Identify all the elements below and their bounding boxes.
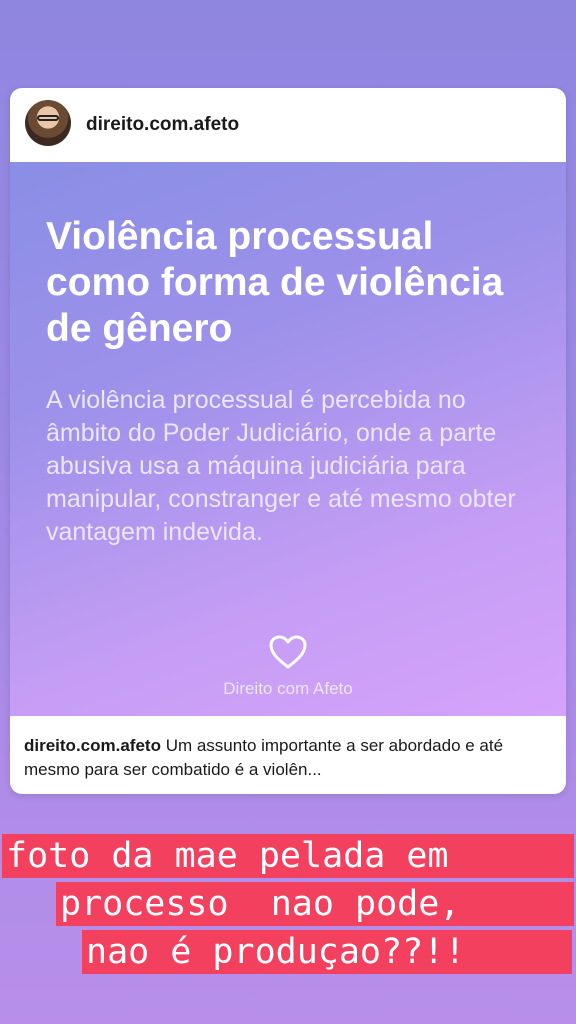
avatar-glasses bbox=[37, 115, 59, 121]
post-title: Violência processual como forma de violê… bbox=[46, 215, 504, 350]
overlay-text-line-1: foto da mae pelada em bbox=[2, 834, 574, 878]
avatar[interactable] bbox=[25, 100, 71, 146]
overlay-text-line-2: processo nao pode, bbox=[56, 882, 574, 926]
heart-icon bbox=[269, 635, 307, 669]
post-body-text: A violência processual é percebida no âm… bbox=[46, 386, 516, 546]
caption-username[interactable]: direito.com.afeto bbox=[24, 736, 161, 755]
overlay-text-line-3: nao é produçao??!! bbox=[82, 930, 572, 974]
post-caption[interactable]: direito.com.afeto Um assunto importante … bbox=[24, 734, 554, 782]
post-username[interactable]: direito.com.afeto bbox=[86, 114, 239, 136]
post-header[interactable]: direito.com.afeto bbox=[10, 88, 566, 162]
shared-post-card[interactable]: direito.com.afeto Violência processual c… bbox=[10, 88, 566, 794]
brand-name: Direito com Afeto bbox=[223, 679, 353, 698]
post-image[interactable]: Violência processual como forma de violê… bbox=[10, 162, 566, 716]
